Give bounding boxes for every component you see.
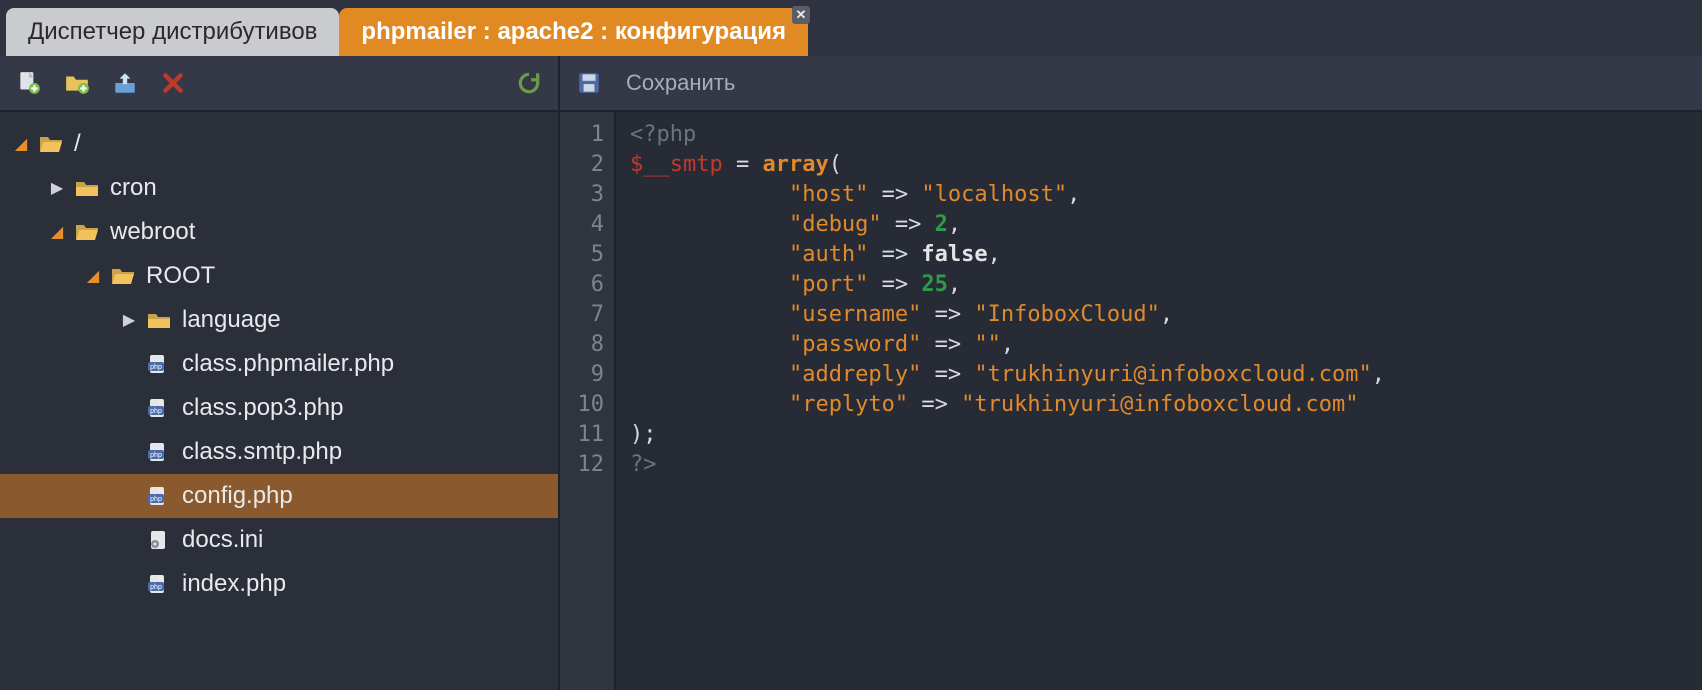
php-file-icon: php bbox=[146, 397, 172, 419]
editor-panel: Сохранить 123456789101112 <?php $__smtp … bbox=[560, 56, 1702, 690]
sidebar: / cron webroot ROOT language bbox=[0, 56, 560, 690]
save-button-label[interactable]: Сохранить bbox=[626, 70, 735, 96]
svg-text:php: php bbox=[150, 364, 162, 371]
refresh-icon[interactable] bbox=[514, 68, 544, 98]
twisty-icon[interactable] bbox=[122, 310, 136, 330]
tree-item-cron[interactable]: cron bbox=[0, 166, 558, 210]
tree-item-label: cron bbox=[110, 174, 157, 202]
svg-text:php: php bbox=[150, 408, 162, 415]
tree-item-label: webroot bbox=[110, 218, 195, 246]
tree-item-label: ROOT bbox=[146, 262, 215, 290]
folder-open-icon bbox=[74, 221, 100, 243]
php-file-icon: php bbox=[146, 441, 172, 463]
tree-item-config-php[interactable]: php config.php bbox=[0, 474, 558, 518]
upload-icon[interactable] bbox=[110, 68, 140, 98]
tree-item-label: index.php bbox=[182, 570, 286, 598]
tree-item-label: language bbox=[182, 306, 281, 334]
tree-item-class-phpmailer[interactable]: php class.phpmailer.php bbox=[0, 342, 558, 386]
code-content[interactable]: <?php $__smtp = array( "host" => "localh… bbox=[616, 112, 1702, 690]
tree-item-label: class.smtp.php bbox=[182, 438, 342, 466]
folder-icon bbox=[146, 309, 172, 331]
close-icon[interactable]: ✕ bbox=[792, 6, 810, 24]
php-file-icon: php bbox=[146, 573, 172, 595]
delete-icon[interactable] bbox=[158, 68, 188, 98]
tree-item-label: config.php bbox=[182, 482, 293, 510]
twisty-icon[interactable] bbox=[86, 266, 100, 286]
save-icon[interactable] bbox=[574, 68, 604, 98]
main-split: / cron webroot ROOT language bbox=[0, 56, 1702, 690]
line-gutter: 123456789101112 bbox=[560, 112, 616, 690]
tab-label: Диспетчер дистрибутивов bbox=[28, 18, 317, 46]
php-file-icon: php bbox=[146, 485, 172, 507]
svg-text:php: php bbox=[150, 496, 162, 503]
tree-item-label: docs.ini bbox=[182, 526, 263, 554]
php-file-icon: php bbox=[146, 353, 172, 375]
tree-item-root-folder[interactable]: ROOT bbox=[0, 254, 558, 298]
tree-item-language[interactable]: language bbox=[0, 298, 558, 342]
file-tree: / cron webroot ROOT language bbox=[0, 112, 558, 690]
svg-text:php: php bbox=[150, 584, 162, 591]
sidebar-toolbar bbox=[0, 56, 558, 112]
tree-item-class-smtp[interactable]: php class.smtp.php bbox=[0, 430, 558, 474]
tree-item-class-pop3[interactable]: php class.pop3.php bbox=[0, 386, 558, 430]
twisty-icon[interactable] bbox=[14, 134, 28, 154]
new-folder-icon[interactable] bbox=[62, 68, 92, 98]
folder-open-icon bbox=[38, 133, 64, 155]
tab-phpmailer-config[interactable]: phpmailer : apache2 : конфигурация ✕ bbox=[339, 8, 808, 56]
svg-text:php: php bbox=[150, 452, 162, 459]
tree-item-label: class.phpmailer.php bbox=[182, 350, 394, 378]
ini-file-icon bbox=[146, 529, 172, 551]
tab-label: phpmailer : apache2 : конфигурация bbox=[361, 18, 786, 46]
folder-open-icon bbox=[110, 265, 136, 287]
tree-item-label: / bbox=[74, 130, 81, 158]
folder-icon bbox=[74, 177, 100, 199]
tree-item-webroot[interactable]: webroot bbox=[0, 210, 558, 254]
tree-item-index-php[interactable]: php index.php bbox=[0, 562, 558, 606]
twisty-icon[interactable] bbox=[50, 178, 64, 198]
tabs-bar: Диспетчер дистрибутивов phpmailer : apac… bbox=[0, 0, 1702, 56]
editor-toolbar: Сохранить bbox=[560, 56, 1702, 112]
tree-item-root[interactable]: / bbox=[0, 122, 558, 166]
tree-item-docs-ini[interactable]: docs.ini bbox=[0, 518, 558, 562]
tab-dispatcher[interactable]: Диспетчер дистрибутивов bbox=[6, 8, 339, 56]
twisty-icon[interactable] bbox=[50, 222, 64, 242]
tree-item-label: class.pop3.php bbox=[182, 394, 343, 422]
code-editor[interactable]: 123456789101112 <?php $__smtp = array( "… bbox=[560, 112, 1702, 690]
new-file-icon[interactable] bbox=[14, 68, 44, 98]
